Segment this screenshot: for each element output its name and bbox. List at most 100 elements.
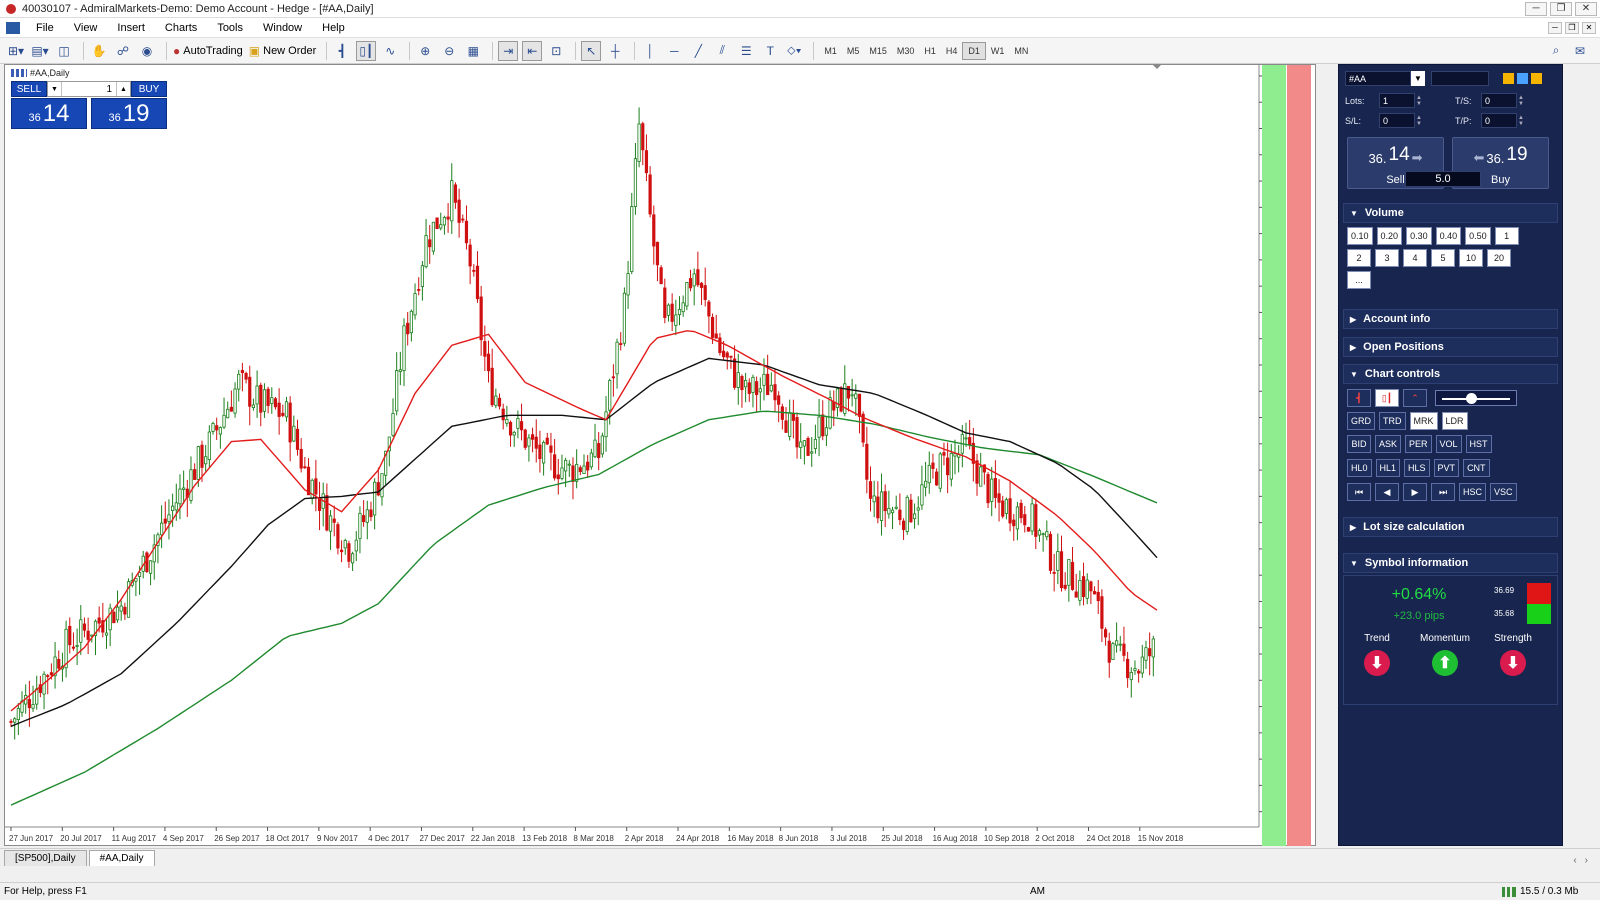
- tab-aa-daily[interactable]: #AA,Daily: [88, 850, 155, 866]
- vertical-line-icon[interactable]: │: [640, 41, 660, 61]
- control-pvt-button[interactable]: PVT: [1433, 459, 1460, 477]
- tp-input[interactable]: 0: [1481, 113, 1517, 128]
- volume-button[interactable]: 0.20: [1376, 227, 1403, 245]
- bar-chart-icon[interactable]: ┫: [332, 41, 352, 61]
- one-click-sell-button[interactable]: SELL: [11, 81, 47, 97]
- lots-input[interactable]: 1: [1379, 93, 1415, 108]
- chevron-down-icon[interactable]: ▼: [48, 82, 62, 96]
- settings-icon[interactable]: [1503, 73, 1514, 84]
- volume-button[interactable]: 0.40: [1435, 227, 1462, 245]
- autotrading-button[interactable]: ● AutoTrading: [172, 41, 244, 61]
- timeframe-m15[interactable]: M15: [864, 42, 892, 60]
- cursor-icon[interactable]: ↖: [581, 40, 602, 61]
- line-chart-mode-button[interactable]: ⌃: [1403, 389, 1427, 407]
- navigator-icon[interactable]: ✋: [89, 41, 109, 61]
- control-bid-button[interactable]: BID: [1347, 435, 1371, 453]
- symbol-search-input[interactable]: [1431, 71, 1489, 86]
- chevron-down-icon[interactable]: ▼: [1411, 71, 1425, 86]
- section-account-info[interactable]: ▶ Account info: [1343, 309, 1558, 329]
- timeframe-m5[interactable]: M5: [842, 42, 865, 60]
- sl-input[interactable]: 0: [1379, 113, 1415, 128]
- signals-icon[interactable]: ◉: [137, 41, 157, 61]
- crosshair-icon[interactable]: ┼: [605, 41, 625, 61]
- tab-sp500-daily[interactable]: [SP500],Daily: [4, 850, 87, 866]
- zoom-slider-handle[interactable]: [1466, 393, 1477, 404]
- shapes-icon[interactable]: ⬦▾: [784, 41, 804, 61]
- control-mrk-button[interactable]: MRK: [1409, 412, 1438, 430]
- tab-scroll-left-icon[interactable]: ‹: [1573, 855, 1576, 866]
- chart-shift-icon[interactable]: ⇤: [522, 40, 543, 61]
- line-chart-icon[interactable]: ∿: [380, 41, 400, 61]
- zoom-in-icon[interactable]: ⊕: [415, 41, 435, 61]
- zoom-out-icon[interactable]: ⊖: [439, 41, 459, 61]
- mdi-close-button[interactable]: ✕: [1582, 21, 1596, 34]
- volume-button[interactable]: 2: [1347, 249, 1371, 267]
- section-symbol-information[interactable]: ▼ Symbol information: [1343, 553, 1558, 573]
- menu-window[interactable]: Window: [253, 22, 312, 34]
- mdi-restore-button[interactable]: ❐: [1565, 21, 1579, 34]
- lots-spinner[interactable]: ▲ ▼: [1415, 93, 1423, 108]
- volume-button[interactable]: 0.10: [1347, 227, 1373, 245]
- menu-view[interactable]: View: [64, 22, 108, 34]
- menu-file[interactable]: File: [26, 22, 64, 34]
- sl-spinner[interactable]: ▲ ▼: [1415, 113, 1423, 128]
- tab-scroll-right-icon[interactable]: ›: [1585, 855, 1588, 866]
- control-hst-button[interactable]: HST: [1465, 435, 1492, 453]
- auto-scroll-icon[interactable]: ⇥: [498, 40, 519, 61]
- candle-chart-mode-button[interactable]: ▯┃: [1375, 389, 1399, 407]
- section-volume[interactable]: ▼ Volume: [1343, 203, 1558, 223]
- tp-spinner[interactable]: ▲ ▼: [1517, 113, 1525, 128]
- control-cnt-button[interactable]: CNT: [1463, 459, 1490, 477]
- control-grd-button[interactable]: GRD: [1347, 412, 1375, 430]
- timeframe-mn[interactable]: MN: [1009, 42, 1033, 60]
- scroll-first-icon[interactable]: ⏮: [1347, 483, 1371, 501]
- symbol-select[interactable]: #AA: [1345, 71, 1411, 86]
- volume-button[interactable]: 1: [1494, 227, 1519, 245]
- volume-button[interactable]: 20: [1487, 249, 1511, 267]
- tile-windows-icon[interactable]: ▦: [463, 41, 483, 61]
- volume-button[interactable]: 4: [1403, 249, 1427, 267]
- profiles-icon[interactable]: ▤▾: [30, 41, 50, 61]
- chart-window[interactable]: 62.5061.3060.1058.9057.7056.5055.3054.10…: [4, 64, 1316, 846]
- volume-button[interactable]: 10: [1459, 249, 1483, 267]
- new-order-button[interactable]: ▣ New Order: [248, 41, 318, 61]
- candlestick-icon[interactable]: ▯┃: [356, 40, 377, 61]
- ts-input[interactable]: 0: [1481, 93, 1517, 108]
- scroll-last-icon[interactable]: ⏭: [1431, 483, 1455, 501]
- indicators-icon[interactable]: ⊡: [546, 41, 566, 61]
- menu-insert[interactable]: Insert: [107, 22, 155, 34]
- timeframe-d1[interactable]: D1: [962, 41, 986, 60]
- horizontal-line-icon[interactable]: ─: [664, 41, 684, 61]
- maximize-button[interactable]: ❐: [1550, 1, 1572, 16]
- trendline-icon[interactable]: ╱: [688, 41, 708, 61]
- timeframe-m30[interactable]: M30: [892, 42, 920, 60]
- section-lot-size-calculation[interactable]: ▶ Lot size calculation: [1343, 517, 1558, 537]
- control-trd-button[interactable]: TRD: [1379, 412, 1406, 430]
- scroll-back-icon[interactable]: ◀: [1375, 483, 1399, 501]
- price-chart[interactable]: 62.5061.3060.1058.9057.7056.5055.3054.10…: [5, 65, 1316, 846]
- control-vol-button[interactable]: VOL: [1435, 435, 1462, 453]
- search-icon[interactable]: ⌕: [1546, 41, 1566, 61]
- timeframe-m1[interactable]: M1: [819, 42, 842, 60]
- control-vsc-button[interactable]: VSC: [1490, 483, 1517, 501]
- control-hls-button[interactable]: HLS: [1404, 459, 1430, 477]
- menu-tools[interactable]: Tools: [207, 22, 253, 34]
- terminal-icon[interactable]: ☍: [113, 41, 133, 61]
- control-ask-button[interactable]: ASK: [1375, 435, 1402, 453]
- scroll-forward-icon[interactable]: ▶: [1403, 483, 1427, 501]
- one-click-buy-button[interactable]: BUY: [131, 81, 167, 97]
- volume-button[interactable]: 3: [1375, 249, 1399, 267]
- mdi-minimize-button[interactable]: ─: [1548, 21, 1562, 34]
- one-click-buy-price[interactable]: 36 19: [91, 98, 167, 129]
- control-ldr-button[interactable]: LDR: [1441, 412, 1468, 430]
- volume-button[interactable]: 0.50: [1465, 227, 1491, 245]
- control-hl1-button[interactable]: HL1: [1375, 459, 1401, 477]
- control-hsc-button[interactable]: HSC: [1459, 483, 1487, 501]
- section-chart-controls[interactable]: ▼ Chart controls: [1343, 364, 1558, 384]
- volume-button[interactable]: 5: [1431, 249, 1455, 267]
- chart-window-icon[interactable]: [6, 21, 20, 34]
- new-chart-icon[interactable]: ⊞▾: [6, 41, 26, 61]
- volume-more-button[interactable]: ...: [1347, 271, 1371, 289]
- close-button[interactable]: ✕: [1575, 1, 1597, 16]
- zoom-slider[interactable]: [1435, 390, 1517, 406]
